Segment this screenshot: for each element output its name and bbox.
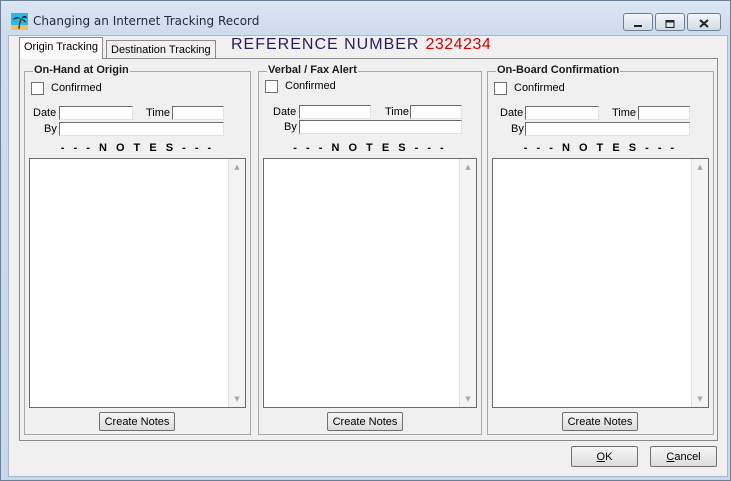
date-field[interactable]: [299, 105, 371, 119]
time-field[interactable]: [410, 105, 462, 119]
reference-number-value: 2324234: [425, 36, 492, 53]
notes-scrollbar[interactable]: ▲ ▼: [691, 159, 708, 407]
create-notes-button[interactable]: Create Notes: [99, 412, 175, 431]
by-label: By: [44, 123, 57, 135]
by-field[interactable]: [59, 122, 224, 136]
confirmed-label: Confirmed: [514, 82, 565, 94]
maximize-button[interactable]: [655, 13, 685, 31]
minimize-button[interactable]: [623, 13, 653, 31]
notes-label: - - - N O T E S - - -: [293, 142, 447, 154]
ok-label-rest: K: [605, 450, 613, 463]
by-field[interactable]: [299, 120, 462, 134]
group-title: Verbal / Fax Alert: [267, 64, 358, 76]
create-notes-button[interactable]: Create Notes: [562, 412, 638, 431]
reference-number-label: REFERENCE NUMBER: [231, 36, 420, 53]
group-title: On-Hand at Origin: [33, 64, 130, 76]
cancel-accelerator: C: [666, 450, 675, 463]
dialog-client-area: Origin Tracking Destination Tracking REF…: [8, 35, 728, 477]
close-icon: [699, 13, 709, 32]
group-verbal-fax-alert: Verbal / Fax Alert Confirmed Date Time B…: [258, 64, 482, 435]
date-label: Date: [33, 107, 57, 119]
scroll-up-arrow-icon[interactable]: ▲: [229, 159, 245, 175]
date-label: Date: [500, 107, 524, 119]
time-label: Time: [612, 107, 637, 119]
by-label: By: [511, 123, 524, 135]
origin-tracking-panel: On-Hand at Origin Confirmed Date Time By…: [19, 58, 718, 441]
close-button[interactable]: [687, 13, 721, 31]
minimize-icon: [633, 13, 643, 32]
group-on-hand-at-origin: On-Hand at Origin Confirmed Date Time By…: [24, 64, 251, 435]
by-field[interactable]: [525, 122, 690, 136]
reference-number: REFERENCE NUMBER 2324234: [231, 36, 491, 54]
confirmed-checkbox[interactable]: [31, 81, 44, 95]
confirmed-checkbox[interactable]: [494, 81, 507, 95]
notes-textarea[interactable]: ▲ ▼: [263, 158, 477, 408]
confirmed-checkbox-row[interactable]: Confirmed: [494, 81, 565, 95]
notes-label: - - - N O T E S - - -: [523, 142, 678, 154]
notes-label: - - - N O T E S - - -: [60, 142, 215, 154]
cancel-label-rest: ancel: [674, 450, 701, 463]
date-label: Date: [273, 106, 297, 118]
notes-textarea[interactable]: ▲ ▼: [29, 158, 246, 408]
confirmed-checkbox-row[interactable]: Confirmed: [265, 79, 336, 93]
confirmed-label: Confirmed: [51, 82, 102, 94]
scroll-down-arrow-icon[interactable]: ▼: [692, 391, 708, 407]
scroll-down-arrow-icon[interactable]: ▼: [460, 391, 476, 407]
date-field[interactable]: [525, 106, 599, 120]
time-field[interactable]: [638, 106, 690, 120]
scroll-up-arrow-icon[interactable]: ▲: [460, 159, 476, 175]
title-bar[interactable]: Changing an Internet Tracking Record: [1, 1, 730, 39]
time-label: Time: [385, 106, 410, 118]
date-field[interactable]: [59, 106, 133, 120]
scroll-down-arrow-icon[interactable]: ▼: [229, 391, 245, 407]
time-label: Time: [146, 107, 171, 119]
group-on-board-confirmation: On-Board Confirmation Confirmed Date Tim…: [487, 64, 714, 435]
confirmed-checkbox-row[interactable]: Confirmed: [31, 81, 102, 95]
maximize-icon: [665, 13, 675, 32]
scroll-up-arrow-icon[interactable]: ▲: [692, 159, 708, 175]
time-field[interactable]: [172, 106, 224, 120]
group-title: On-Board Confirmation: [496, 64, 621, 76]
confirmed-checkbox[interactable]: [265, 79, 278, 93]
tab-origin-tracking[interactable]: Origin Tracking: [19, 37, 103, 59]
ok-accelerator: O: [596, 450, 606, 463]
window-title: Changing an Internet Tracking Record: [33, 14, 260, 28]
tab-destination-tracking[interactable]: Destination Tracking: [106, 40, 216, 59]
palm-tree-icon: [11, 13, 28, 30]
create-notes-button[interactable]: Create Notes: [327, 412, 403, 431]
ok-button[interactable]: OK: [571, 446, 638, 467]
confirmed-label: Confirmed: [285, 80, 336, 92]
by-label: By: [284, 121, 297, 133]
cancel-button[interactable]: Cancel: [650, 446, 717, 467]
dialog-window: Changing an Internet Tracking Record Ori…: [0, 0, 731, 481]
notes-textarea[interactable]: ▲ ▼: [492, 158, 709, 408]
notes-scrollbar[interactable]: ▲ ▼: [459, 159, 476, 407]
notes-scrollbar[interactable]: ▲ ▼: [228, 159, 245, 407]
